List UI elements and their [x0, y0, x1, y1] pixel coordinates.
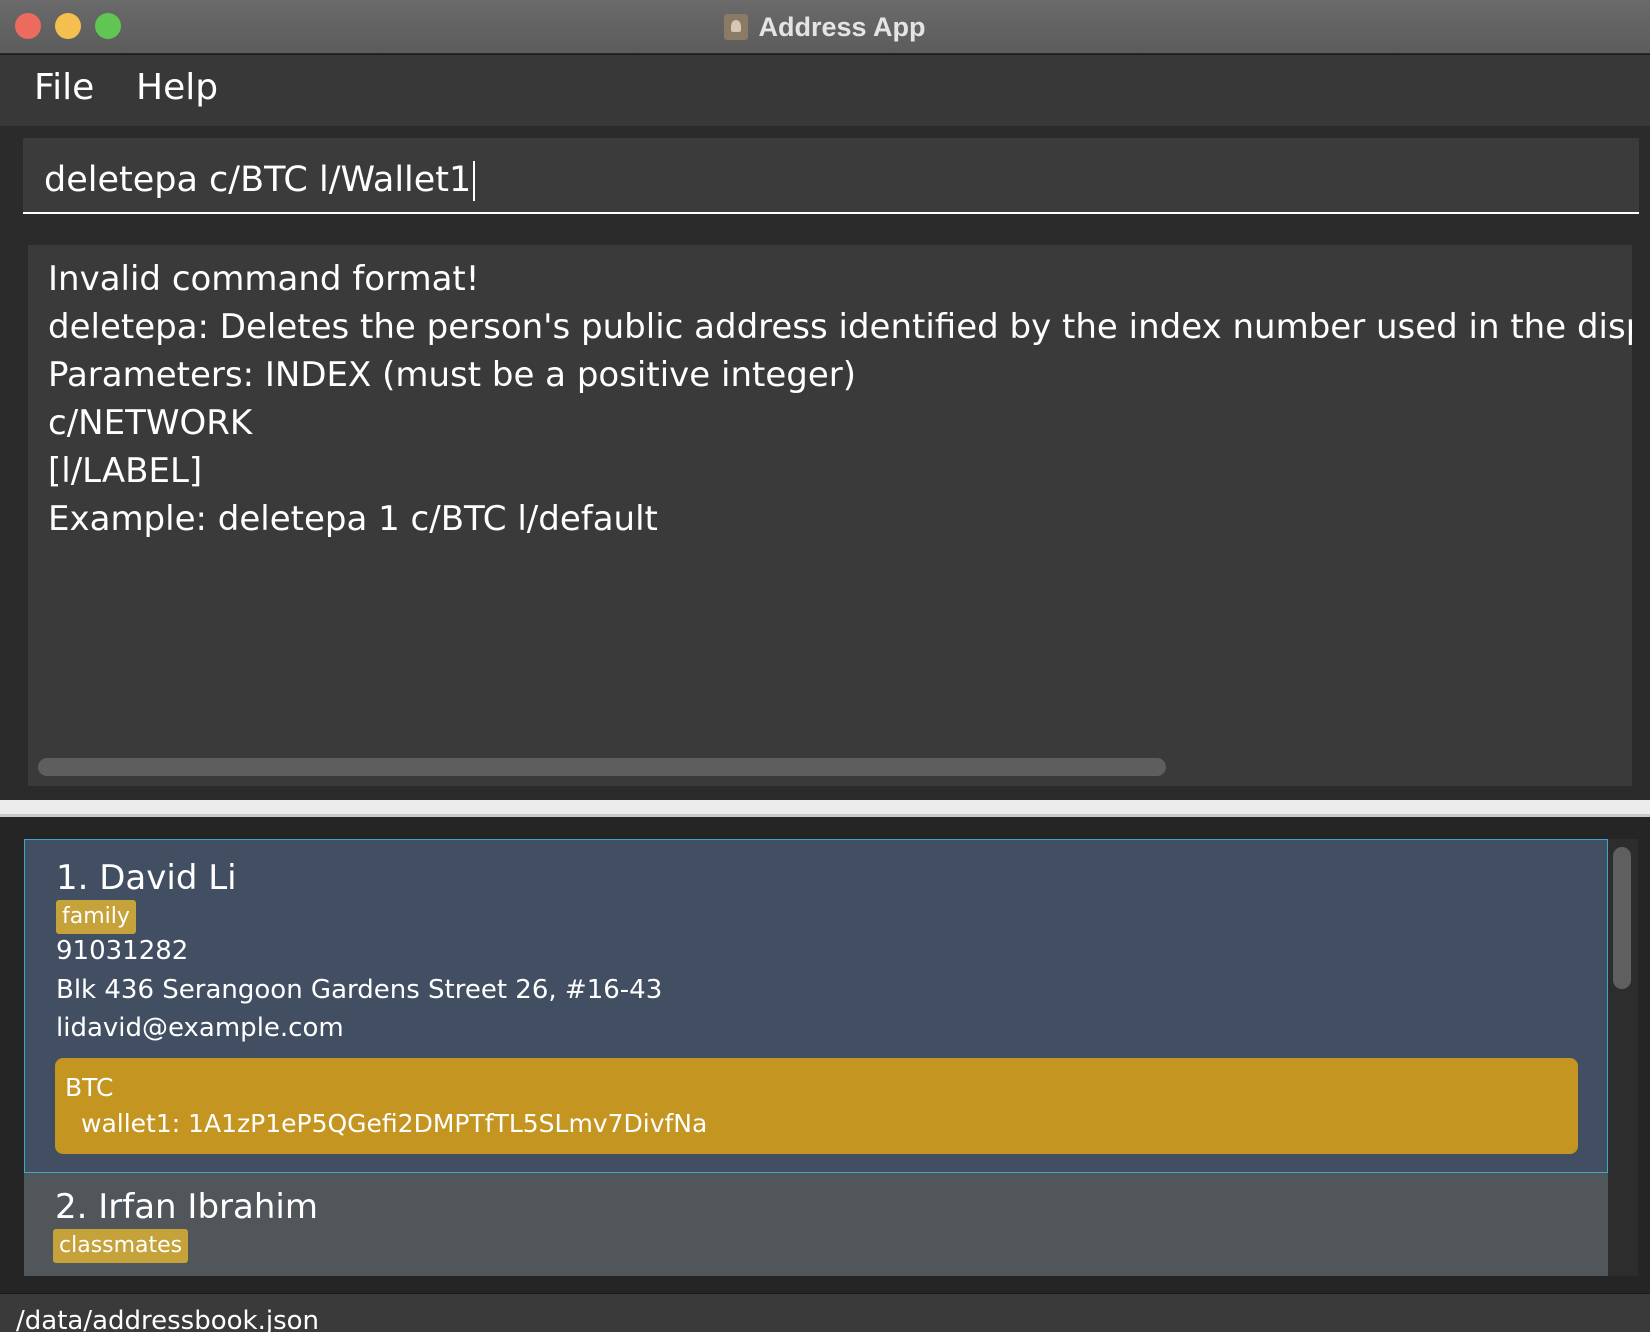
- person-list[interactable]: 1. David Li family 91031282 Blk 436 Sera…: [24, 839, 1608, 1276]
- window-title-group: Address App: [0, 0, 1650, 54]
- wallet-entry: wallet1: 1A1zP1eP5QGefi2DMPTfTL5SLmv7Div…: [81, 1109, 708, 1138]
- public-address-box: BTC wallet1: 1A1zP1eP5QGefi2DMPTfTL5SLmv…: [55, 1058, 1578, 1154]
- result-line: Invalid command format!: [48, 259, 480, 299]
- person-tag: family: [56, 900, 136, 934]
- window-title: Address App: [758, 11, 926, 42]
- address-book-icon: [724, 14, 749, 40]
- command-input-text: deletepa c/BTC l/Wallet1: [44, 160, 472, 200]
- result-line: deletepa: Deletes the person's public ad…: [48, 307, 1632, 347]
- person-address: Blk 436 Serangoon Gardens Street 26, #16…: [56, 975, 663, 1005]
- result-display[interactable]: Invalid command format! deletepa: Delete…: [28, 245, 1632, 786]
- split-pane-divider[interactable]: [0, 800, 1650, 817]
- person-email: lidavid@example.com: [56, 1013, 344, 1043]
- command-input[interactable]: deletepa c/BTC l/Wallet1: [23, 138, 1639, 214]
- result-display-area: Invalid command format! deletepa: Delete…: [0, 227, 1650, 800]
- window-titlebar: Address App: [0, 0, 1650, 54]
- person-tag: classmates: [53, 1229, 189, 1263]
- wallet-network: BTC: [65, 1073, 114, 1102]
- menu-file[interactable]: File: [34, 67, 94, 108]
- person-card[interactable]: 2. Irfan Ibrahim classmates: [24, 1173, 1608, 1276]
- person-name: 1. David Li: [56, 858, 237, 898]
- person-phone: 91031282: [56, 936, 189, 966]
- status-bar: /data/addressbook.json: [0, 1293, 1650, 1332]
- result-line: [l/LABEL]: [48, 451, 203, 491]
- result-text: Invalid command format! deletepa: Delete…: [48, 255, 1632, 543]
- menu-help[interactable]: Help: [136, 67, 218, 108]
- menu-bar: File Help: [0, 55, 1650, 126]
- result-line: c/NETWORK: [48, 403, 253, 443]
- result-line: Example: deletepa 1 c/BTC l/default: [48, 499, 658, 539]
- result-line: Parameters: INDEX (must be a positive in…: [48, 355, 856, 395]
- text-caret: [473, 161, 476, 201]
- person-card[interactable]: 1. David Li family 91031282 Blk 436 Sera…: [24, 839, 1608, 1173]
- person-name: 2. Irfan Ibrahim: [55, 1187, 318, 1227]
- vertical-scrollbar-thumb[interactable]: [1613, 847, 1631, 989]
- save-file-path: /data/addressbook.json: [16, 1306, 320, 1332]
- horizontal-scrollbar[interactable]: [38, 758, 1166, 776]
- command-box-area: deletepa c/BTC l/Wallet1: [0, 126, 1650, 227]
- person-list-area: 1. David Li family 91031282 Blk 436 Sera…: [0, 817, 1650, 1293]
